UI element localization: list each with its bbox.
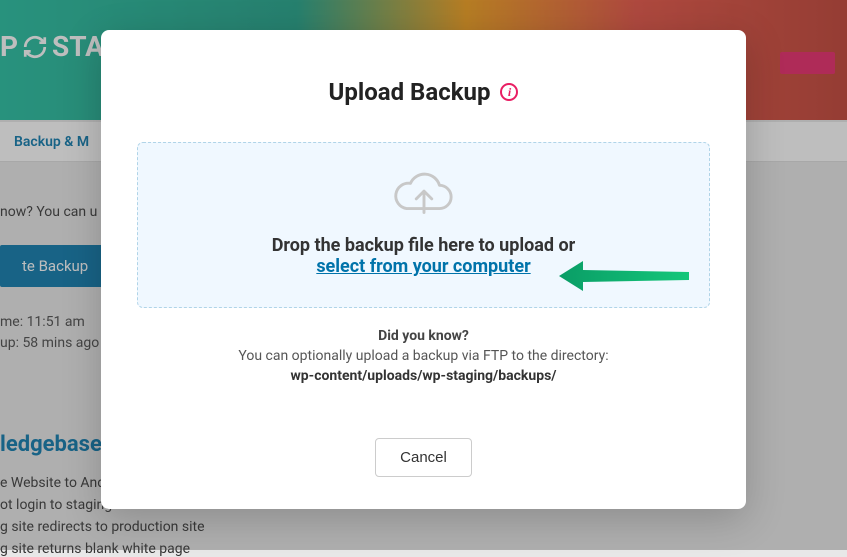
annotation-arrow-icon [559, 259, 689, 293]
cloud-upload-icon [393, 169, 455, 221]
info-icon[interactable]: i [500, 83, 518, 101]
select-from-computer-link[interactable]: select from your computer [316, 256, 530, 277]
upload-dropzone[interactable]: Drop the backup file here to upload or s… [137, 142, 710, 308]
did-you-know-heading: Did you know? [137, 328, 710, 344]
drop-text-prefix: Drop the backup file here to upload or [272, 235, 576, 256]
ftp-path: wp-content/uploads/wp-staging/backups/ [137, 368, 710, 384]
upload-backup-modal: Upload Backup i Drop the backup file her… [101, 30, 746, 509]
modal-title: Upload Backup [329, 78, 491, 106]
modal-title-row: Upload Backup i [137, 78, 710, 106]
cancel-button[interactable]: Cancel [375, 438, 472, 477]
modal-overlay: Upload Backup i Drop the backup file her… [0, 0, 847, 550]
ftp-instruction: You can optionally upload a backup via F… [137, 348, 710, 364]
